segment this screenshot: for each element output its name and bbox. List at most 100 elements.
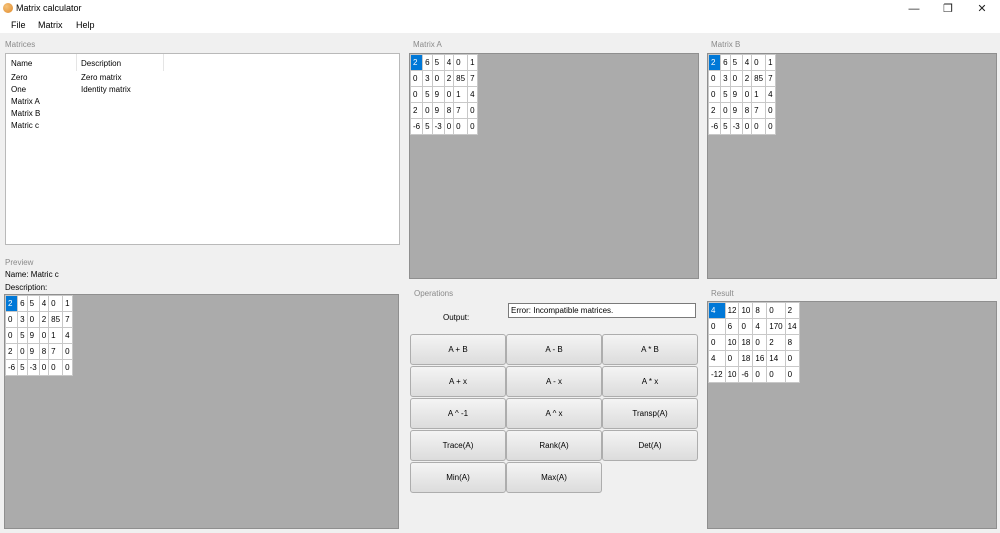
matrices-list[interactable]: Name Description Zero Zero matrix One Id… [5, 53, 400, 245]
matrix-cell[interactable]: 16 [752, 350, 768, 367]
matrix-cell[interactable]: 0 [724, 350, 740, 367]
matrix-cell[interactable]: 0 [422, 102, 433, 119]
matrix-cell[interactable]: -6 [707, 118, 722, 135]
matrix-cell[interactable]: 5 [729, 54, 743, 71]
matrix-cell[interactable]: 4 [443, 54, 455, 71]
matrix-cell[interactable]: 0 [707, 70, 722, 87]
matrix-cell[interactable]: 2 [4, 295, 19, 312]
subtract-matrices-button[interactable]: A - B [506, 334, 602, 365]
matrix-cell[interactable]: 0 [4, 311, 19, 328]
matrix-cell[interactable]: 6 [17, 295, 28, 312]
power-button[interactable]: A ^ x [506, 398, 602, 429]
matrix-cell[interactable]: 9 [26, 343, 40, 360]
matrix-cell[interactable]: 0 [741, 118, 753, 135]
menu-matrix[interactable]: Matrix [38, 20, 63, 30]
result-table[interactable]: 4 12 10 8 0 2 0 6 0 4 170 14 0 10 18 0 2 8 4 0 18 16 14 0 -12 10-… [708, 302, 800, 383]
matrix-cell[interactable]: 2 [766, 334, 786, 351]
matrix-cell[interactable]: 0 [784, 350, 800, 367]
max-button[interactable]: Max(A) [506, 462, 602, 493]
matrix-cell[interactable]: -6 [4, 359, 19, 376]
matrix-a-grid[interactable]: 2 6 5 4 0 1 0 3 0 2 85 7 0 5 9 0 1 4 2 0 9 8 7 0 -6 5 -3 0 0 0 [409, 53, 699, 279]
matrix-cell[interactable]: 14 [784, 318, 800, 335]
matrix-cell[interactable]: 0 [708, 318, 726, 335]
column-header-description[interactable]: Description [81, 59, 121, 68]
matrix-cell[interactable]: 85 [751, 70, 767, 87]
matrix-cell[interactable]: 5 [17, 359, 28, 376]
rank-button[interactable]: Rank(A) [506, 430, 602, 461]
multiply-scalar-button[interactable]: A * x [602, 366, 698, 397]
matrix-cell[interactable]: 1 [765, 54, 776, 71]
matrix-cell[interactable]: 0 [467, 102, 478, 119]
matrix-cell[interactable]: -3 [431, 118, 445, 135]
matrix-cell[interactable]: 0 [765, 118, 776, 135]
matrix-cell[interactable]: 0 [26, 311, 40, 328]
matrix-cell[interactable]: 0 [738, 318, 754, 335]
preview-matrix-grid[interactable]: 2 6 5 4 0 1 0 3 0 2 85 7 0 5 9 0 1 4 2 0 9 8 7 0 -6 5 -3 0 0 0 [4, 294, 399, 529]
matrix-cell[interactable]: 5 [17, 327, 28, 344]
matrix-cell[interactable]: 0 [62, 359, 73, 376]
matrix-cell[interactable]: 0 [38, 327, 50, 344]
matrix-cell[interactable]: 9 [729, 102, 743, 119]
matrix-cell[interactable]: 8 [784, 334, 800, 351]
matrix-cell[interactable]: 14 [766, 350, 786, 367]
matrix-cell[interactable]: 7 [467, 70, 478, 87]
matrix-cell[interactable]: 8 [443, 102, 455, 119]
matrix-cell[interactable]: 5 [26, 295, 40, 312]
matrix-cell[interactable]: 1 [453, 86, 469, 103]
matrix-cell[interactable]: 6 [724, 318, 740, 335]
matrix-cell[interactable]: 1 [62, 295, 73, 312]
matrix-cell[interactable]: 10 [724, 334, 740, 351]
preview-matrix-table[interactable]: 2 6 5 4 0 1 0 3 0 2 85 7 0 5 9 0 1 4 2 0 9 8 7 0 -6 5 -3 0 0 0 [4, 295, 73, 376]
matrix-cell[interactable]: 10 [738, 302, 754, 319]
matrix-cell[interactable]: 1 [48, 327, 64, 344]
matrix-cell[interactable]: -3 [26, 359, 40, 376]
multiply-matrices-button[interactable]: A * B [602, 334, 698, 365]
matrix-cell[interactable]: 4 [467, 86, 478, 103]
matrix-b-table[interactable]: 2 6 5 4 0 1 0 3 0 2 85 7 0 5 9 0 1 4 2 0 9 8 7 0 -6 5 -3 0 0 0 [707, 54, 776, 135]
matrix-cell[interactable]: 18 [738, 350, 754, 367]
matrix-cell[interactable]: 2 [4, 343, 19, 360]
inverse-button[interactable]: A ^ -1 [410, 398, 506, 429]
matrix-cell[interactable]: 4 [741, 54, 753, 71]
matrix-a-table[interactable]: 2 6 5 4 0 1 0 3 0 2 85 7 0 5 9 0 1 4 2 0 9 8 7 0 -6 5 -3 0 0 0 [409, 54, 478, 135]
matrix-cell[interactable]: 0 [751, 54, 767, 71]
matrix-cell[interactable]: 0 [17, 343, 28, 360]
min-button[interactable]: Min(A) [410, 462, 506, 493]
matrix-cell[interactable]: 0 [453, 118, 469, 135]
matrix-cell[interactable]: 0 [784, 366, 800, 383]
close-button[interactable]: ✕ [965, 0, 999, 17]
restore-button[interactable]: ❐ [931, 0, 965, 17]
matrix-cell[interactable]: 3 [17, 311, 28, 328]
trace-button[interactable]: Trace(A) [410, 430, 506, 461]
matrix-cell[interactable]: 2 [409, 54, 424, 71]
matrix-cell[interactable]: 9 [26, 327, 40, 344]
matrix-cell[interactable]: 3 [720, 70, 731, 87]
matrix-cell[interactable]: 0 [741, 86, 753, 103]
matrix-cell[interactable]: 9 [729, 86, 743, 103]
determinant-button[interactable]: Det(A) [602, 430, 698, 461]
matrix-cell[interactable]: 2 [707, 54, 722, 71]
matrix-cell[interactable]: 7 [48, 343, 64, 360]
matrix-cell[interactable]: 4 [765, 86, 776, 103]
matrix-cell[interactable]: 0 [48, 295, 64, 312]
matrix-cell[interactable]: 18 [738, 334, 754, 351]
matrix-cell[interactable]: 6 [720, 54, 731, 71]
matrix-cell[interactable]: 0 [443, 118, 455, 135]
matrix-cell[interactable]: 0 [453, 54, 469, 71]
matrix-cell[interactable]: 0 [751, 118, 767, 135]
matrix-cell[interactable]: 5 [431, 54, 445, 71]
matrix-cell[interactable]: 4 [38, 295, 50, 312]
menu-file[interactable]: File [11, 20, 26, 30]
matrix-cell[interactable]: 0 [443, 86, 455, 103]
matrix-cell[interactable]: 3 [422, 70, 433, 87]
list-item[interactable]: Matrix B [6, 109, 206, 121]
output-field[interactable]: Error: Incompatible matrices. [508, 303, 696, 318]
matrix-cell[interactable]: 9 [431, 102, 445, 119]
matrix-cell[interactable]: 0 [765, 102, 776, 119]
matrix-cell[interactable]: 0 [752, 366, 768, 383]
matrix-cell[interactable]: -12 [708, 366, 726, 383]
matrix-cell[interactable]: 2 [409, 102, 424, 119]
matrix-cell[interactable]: 85 [453, 70, 469, 87]
matrix-cell[interactable]: 0 [766, 302, 786, 319]
list-item[interactable]: Matrix A [6, 97, 206, 109]
